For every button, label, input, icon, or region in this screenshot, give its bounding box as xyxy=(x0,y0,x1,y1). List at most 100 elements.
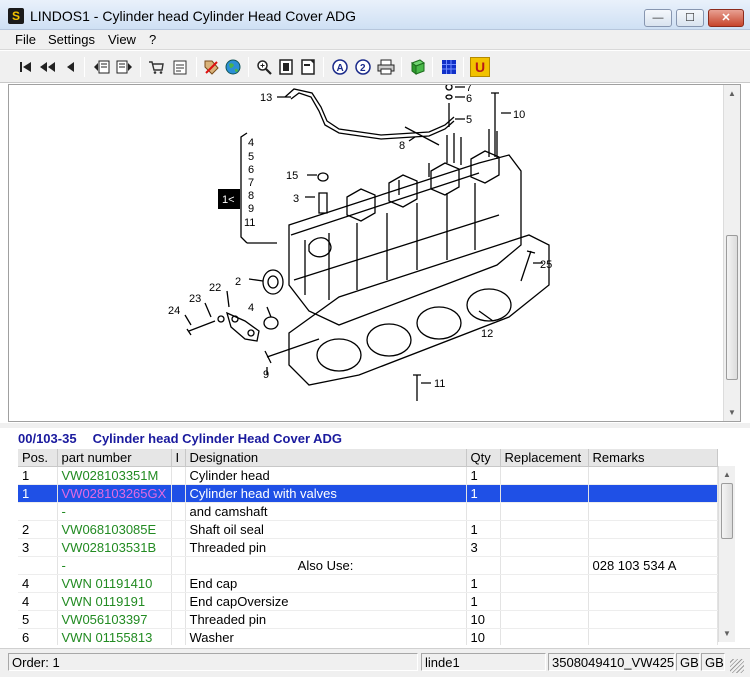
cell-remarks xyxy=(588,610,718,629)
cell-part-number: VWN 01191410 xyxy=(57,574,172,593)
callout-11-list[interactable]: 11 xyxy=(244,217,255,229)
callout-23[interactable]: 23 xyxy=(189,293,201,305)
exploded-view-drawing[interactable]: 13 7 6 5 10 8 4 5 6 7 8 9 11 1< 15 3 2 2… xyxy=(8,84,741,422)
u-icon[interactable]: U xyxy=(470,57,490,77)
callout-9[interactable]: 9 xyxy=(263,369,269,381)
table-row[interactable]: 3 VW028103531B Threaded pin 3 xyxy=(18,538,718,557)
cell-pos: 4 xyxy=(18,574,58,593)
callout-11[interactable]: 11 xyxy=(434,378,445,390)
scroll-up-arrow-icon[interactable]: ▲ xyxy=(724,85,740,102)
panel-splitter[interactable] xyxy=(0,423,750,428)
callout-10[interactable]: 10 xyxy=(513,109,525,121)
table-row[interactable]: 2 VW068103085E Shaft oil seal 1 xyxy=(18,520,718,539)
table-scroll-up-icon[interactable]: ▲ xyxy=(719,466,735,483)
page-fit-icon[interactable] xyxy=(298,57,318,77)
menu-settings[interactable]: Settings xyxy=(48,32,95,47)
col-designation[interactable]: Designation xyxy=(185,449,467,467)
col-i[interactable]: I xyxy=(171,449,186,467)
close-button[interactable]: ✕ xyxy=(708,9,744,27)
table-row[interactable]: 5 VW056103397 Threaded pin 10 xyxy=(18,610,718,629)
col-qty[interactable]: Qty xyxy=(466,449,501,467)
table-scroll-thumb[interactable] xyxy=(721,483,733,539)
cell-pos: 4 xyxy=(18,592,58,611)
svg-text:2: 2 xyxy=(360,63,366,74)
cell-remarks xyxy=(588,574,718,593)
callout-1-highlight[interactable]: 1< xyxy=(222,194,235,206)
table-vertical-scrollbar[interactable]: ▲ ▼ xyxy=(718,466,735,642)
book-back-icon[interactable] xyxy=(92,57,112,77)
cell-replacement xyxy=(500,610,589,629)
table-row[interactable]: 1 VW028103265GX Cylinder head with valves 1 xyxy=(18,484,718,503)
callout-13[interactable]: 13 xyxy=(260,92,272,104)
callout-3[interactable]: 3 xyxy=(293,193,299,205)
parts-list-header: 00/103-35 Cylinder head Cylinder Head Cov… xyxy=(18,431,342,446)
cell-designation: Cylinder head with valves xyxy=(185,484,467,503)
menu-view[interactable]: View xyxy=(108,32,136,47)
callout-4[interactable]: 4 xyxy=(248,302,254,314)
col-pos[interactable]: Pos. xyxy=(18,449,58,467)
cell-i xyxy=(171,592,186,611)
cell-qty: 1 xyxy=(466,592,501,611)
cell-qty: 1 xyxy=(466,520,501,539)
table-row[interactable]: 1 VW028103351M Cylinder head 1 xyxy=(18,466,718,485)
cell-remarks xyxy=(588,538,718,557)
page-icon[interactable] xyxy=(276,57,296,77)
col-part-number[interactable]: part number xyxy=(57,449,172,467)
prev-icon[interactable] xyxy=(60,57,80,77)
menu-file[interactable]: File xyxy=(15,32,36,47)
tag-icon[interactable] xyxy=(201,57,221,77)
table-scroll-down-icon[interactable]: ▼ xyxy=(719,625,735,642)
callout-4-list[interactable]: 4 xyxy=(248,137,254,149)
callout-5[interactable]: 5 xyxy=(466,114,472,126)
status-language-1: GB xyxy=(676,653,700,671)
cell-remarks: 028 103 534 A xyxy=(588,556,718,575)
callout-12[interactable]: 12 xyxy=(481,328,493,340)
table-row[interactable]: - and camshaft xyxy=(18,502,718,521)
drawing-vertical-scrollbar[interactable]: ▲ ▼ xyxy=(723,85,740,421)
cell-replacement xyxy=(500,556,589,575)
table-row[interactable]: 4 VWN 0119191 End capOversize 1 xyxy=(18,592,718,611)
globe-icon[interactable] xyxy=(223,57,243,77)
cell-designation: End capOversize xyxy=(185,592,467,611)
callout-22[interactable]: 22 xyxy=(209,282,221,294)
callout-15[interactable]: 15 xyxy=(286,170,298,182)
2-circle-icon[interactable]: 2 xyxy=(353,57,373,77)
maximize-button[interactable]: ☐ xyxy=(676,9,704,27)
status-document: 3508049410_VW4251 xyxy=(548,653,675,671)
callout-8-list[interactable]: 8 xyxy=(248,190,254,202)
zoom-icon[interactable] xyxy=(254,57,274,77)
prev-page-icon[interactable] xyxy=(38,57,58,77)
callout-9-list[interactable]: 9 xyxy=(248,203,254,215)
cell-qty xyxy=(466,556,501,575)
book-forward-icon[interactable] xyxy=(114,57,134,77)
cell-pos xyxy=(18,502,58,521)
u-icon-label: U xyxy=(474,59,486,75)
drawing-scroll-thumb[interactable] xyxy=(726,235,738,380)
callout-6-list[interactable]: 6 xyxy=(248,164,254,176)
callout-2[interactable]: 2 xyxy=(235,276,241,288)
scroll-down-arrow-icon[interactable]: ▼ xyxy=(724,404,740,421)
callout-7-list[interactable]: 7 xyxy=(248,177,254,189)
callout-8[interactable]: 8 xyxy=(399,140,405,152)
first-icon[interactable] xyxy=(16,57,36,77)
callout-25[interactable]: 25 xyxy=(540,259,552,271)
a-circle-icon[interactable]: A xyxy=(330,57,350,77)
col-replacement[interactable]: Replacement xyxy=(500,449,589,467)
menu-help[interactable]: ? xyxy=(149,32,156,47)
col-remarks[interactable]: Remarks xyxy=(588,449,718,467)
parts-table-container: Pos. part number I Designation Qty Repla… xyxy=(18,449,736,645)
notepad-icon[interactable] xyxy=(170,57,190,77)
green-book-icon[interactable] xyxy=(408,57,428,77)
table-row[interactable]: 6 VWN 01155813 Washer 10 xyxy=(18,628,718,645)
table-row[interactable]: - Also Use: 028 103 534 A xyxy=(18,556,718,575)
minimize-button[interactable]: — xyxy=(644,9,672,27)
callout-24[interactable]: 24 xyxy=(168,305,180,317)
cell-pos: 6 xyxy=(18,628,58,645)
table-row[interactable]: 4 VWN 01191410 End cap 1 xyxy=(18,574,718,593)
callout-6[interactable]: 6 xyxy=(466,93,472,105)
grid-icon[interactable] xyxy=(439,57,459,77)
print-icon[interactable] xyxy=(376,57,396,77)
cart-icon[interactable] xyxy=(146,57,166,77)
callout-5-list[interactable]: 5 xyxy=(248,151,254,163)
resize-grip-icon[interactable] xyxy=(730,659,744,673)
